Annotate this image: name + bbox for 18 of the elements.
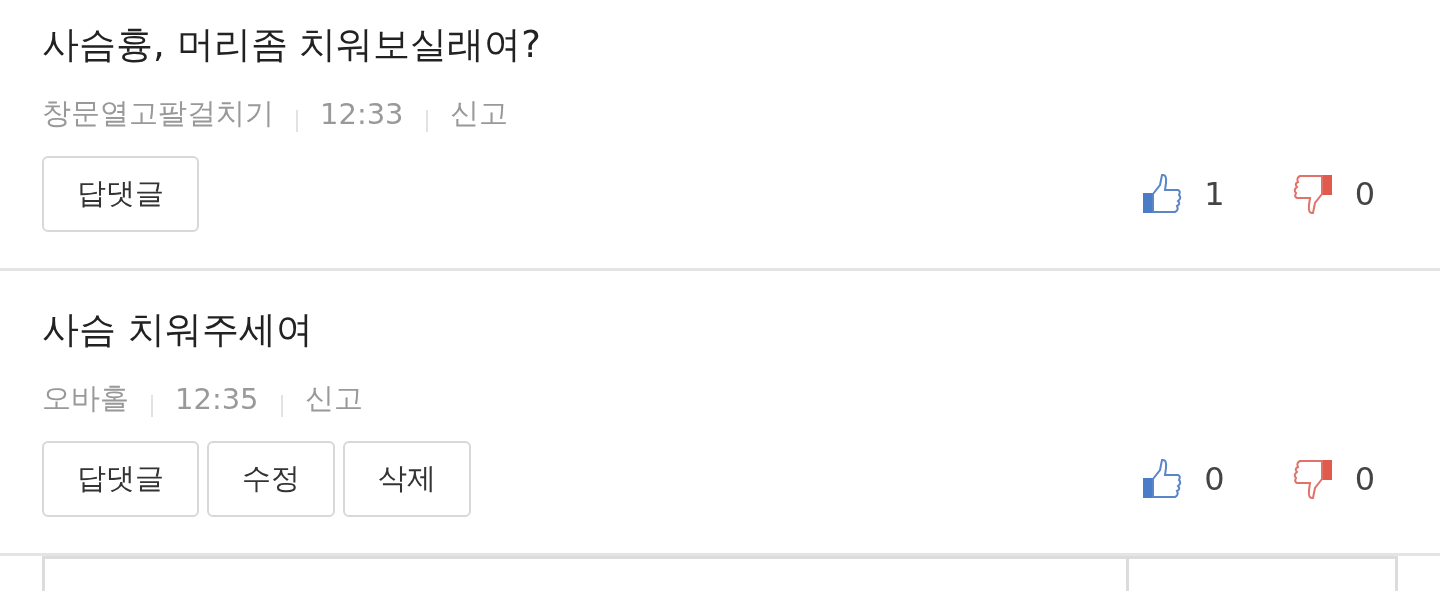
dislike-count: 0 (1354, 460, 1375, 498)
action-button[interactable]: 답댓글 (42, 156, 199, 232)
author-name: 오바홀 (42, 380, 129, 417)
action-button[interactable]: 삭제 (343, 441, 471, 517)
author-name: 창문열고팔걸치기 (42, 95, 274, 132)
action-button[interactable]: 수정 (207, 441, 335, 517)
comment-text: 사슴 치워주세여 (42, 307, 314, 353)
thumbs-down-icon[interactable] (1292, 173, 1333, 215)
comment-time: 12:35 (175, 382, 259, 416)
comment-text: 사슴흉, 머리좀 치워보실래여? (42, 22, 542, 68)
thumbs-up-icon[interactable] (1142, 458, 1183, 500)
like-count: 0 (1204, 460, 1225, 498)
action-button[interactable]: 답댓글 (42, 441, 199, 517)
dislike-count: 0 (1354, 175, 1375, 213)
like-count: 1 (1204, 175, 1225, 213)
thumbs-down-icon[interactable] (1292, 458, 1333, 500)
thumbs-up-icon[interactable] (1142, 173, 1183, 215)
comment-time: 12:33 (320, 97, 404, 131)
